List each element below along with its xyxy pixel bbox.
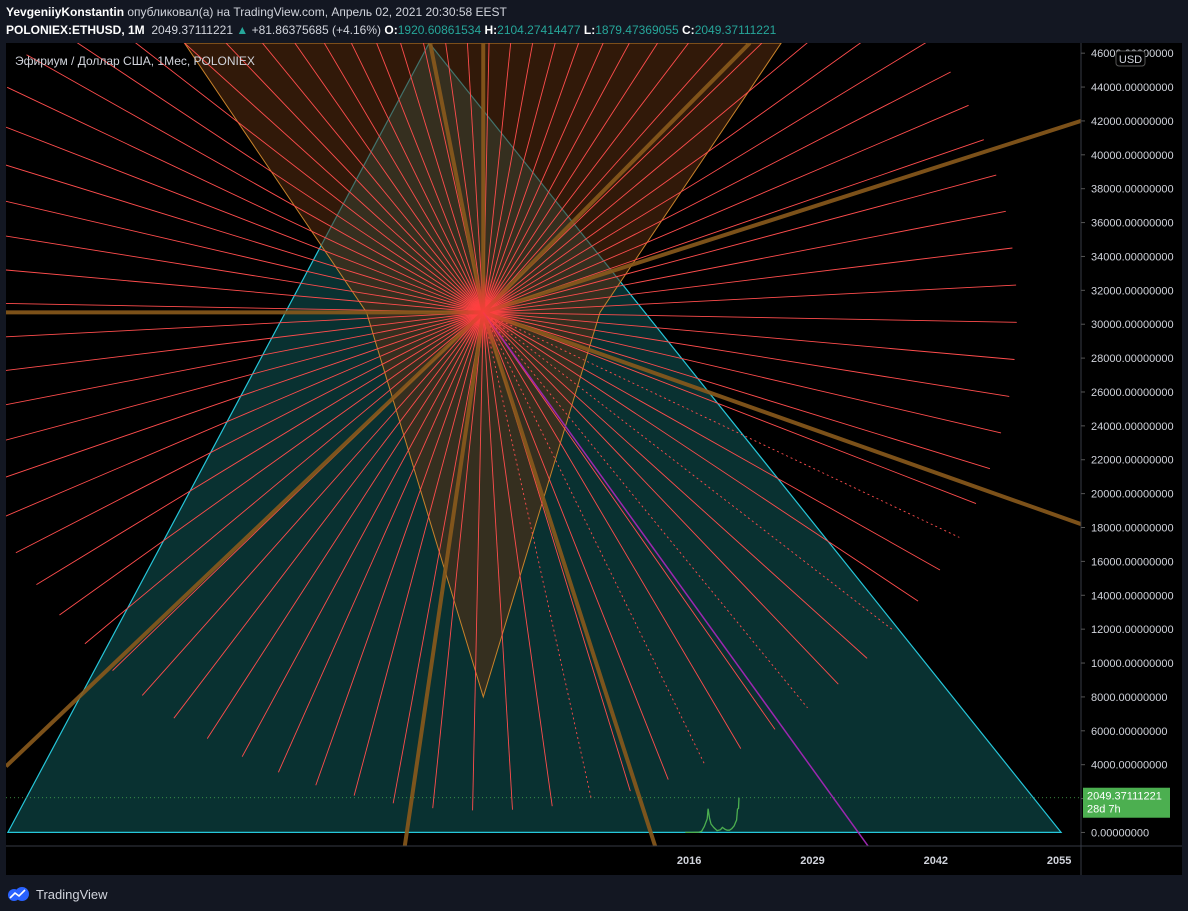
y-tick-label: 10000.00000000 xyxy=(1091,658,1174,670)
currency-badge[interactable]: USD xyxy=(1115,50,1146,67)
y-tick-label: 26000.00000000 xyxy=(1091,387,1174,399)
y-tick-label: 40000.00000000 xyxy=(1091,150,1174,162)
y-tick-label: 36000.00000000 xyxy=(1091,218,1174,230)
publish-line: YevgeniiyKonstantin опубликовал(а) на Tr… xyxy=(6,5,507,19)
price-change: +81.86375685 (+4.16%) xyxy=(251,23,382,37)
y-tick-label: 0.00000000 xyxy=(1091,827,1149,839)
ohlc-line: POLONIEX:ETHUSD, 1M 2049.37111221 ▲ +81.… xyxy=(6,23,776,37)
close-label: C: xyxy=(682,23,695,37)
y-tick-label: 12000.00000000 xyxy=(1091,624,1174,636)
tradingview-logo-icon[interactable] xyxy=(6,887,30,901)
last-price-badge-value: 2049.37111221 xyxy=(1087,791,1162,803)
y-tick-label: 38000.00000000 xyxy=(1091,184,1174,196)
up-arrow-icon: ▲ xyxy=(236,23,249,37)
y-tick-label: 14000.00000000 xyxy=(1091,590,1174,602)
open-value: 1920.60861534 xyxy=(397,23,482,37)
plot-area xyxy=(6,43,1081,846)
y-tick-label: 4000.00000000 xyxy=(1091,760,1167,772)
footer: TradingView xyxy=(6,884,108,904)
last-price: 2049.37111221 xyxy=(151,23,233,37)
symbol-label: POLONIEX:ETHUSD, 1M xyxy=(6,23,145,37)
y-tick-label: 20000.00000000 xyxy=(1091,489,1174,501)
star-center-glow xyxy=(445,274,522,351)
y-tick-label: 44000.00000000 xyxy=(1091,82,1174,94)
y-tick-label: 16000.00000000 xyxy=(1091,556,1174,568)
currency-label: USD xyxy=(1119,54,1142,66)
chart-title: Эфириум / Доллар США, 1Мес, POLONIEX xyxy=(15,54,255,68)
chart-canvas[interactable]: 0.000000002000.000000004000.000000006000… xyxy=(6,43,1182,875)
price-axis[interactable]: 0.000000002000.000000004000.000000006000… xyxy=(1080,43,1174,875)
y-tick-label: 24000.00000000 xyxy=(1091,421,1174,433)
author-name[interactable]: YevgeniiyKonstantin xyxy=(6,5,124,19)
y-tick-label: 22000.00000000 xyxy=(1091,455,1174,467)
published-text: опубликовал(а) на TradingView.com, Апрел… xyxy=(127,5,507,19)
y-tick-label: 28000.00000000 xyxy=(1091,353,1174,365)
brand-name[interactable]: TradingView xyxy=(36,887,108,902)
x-tick-label: 2055 xyxy=(1047,855,1071,867)
high-value: 2104.27414477 xyxy=(497,23,581,37)
y-tick-label: 6000.00000000 xyxy=(1091,726,1167,738)
low-label: L: xyxy=(583,23,596,37)
y-tick-label: 30000.00000000 xyxy=(1091,319,1174,331)
y-tick-label: 42000.00000000 xyxy=(1091,116,1174,128)
y-tick-label: 32000.00000000 xyxy=(1091,285,1174,297)
open-label: O: xyxy=(384,23,398,37)
y-tick-label: 18000.00000000 xyxy=(1091,523,1174,535)
time-axis[interactable]: 2016 2029 2042 2055 xyxy=(6,845,1182,867)
x-tick-label: 2029 xyxy=(800,855,824,867)
low-value: 1879.47369055 xyxy=(595,23,679,37)
y-tick-label: 8000.00000000 xyxy=(1091,692,1167,704)
x-tick-label: 2016 xyxy=(677,855,701,867)
last-price-badge-countdown: 28d 7h xyxy=(1087,804,1121,816)
last-price-badge: 2049.37111221 28d 7h xyxy=(1083,787,1170,818)
close-value: 2049.37111221 xyxy=(694,23,777,37)
high-label: H: xyxy=(484,23,498,37)
x-tick-label: 2042 xyxy=(924,855,948,867)
y-tick-label: 34000.00000000 xyxy=(1091,251,1174,263)
chart-area[interactable]: 0.000000002000.000000004000.000000006000… xyxy=(6,43,1182,875)
